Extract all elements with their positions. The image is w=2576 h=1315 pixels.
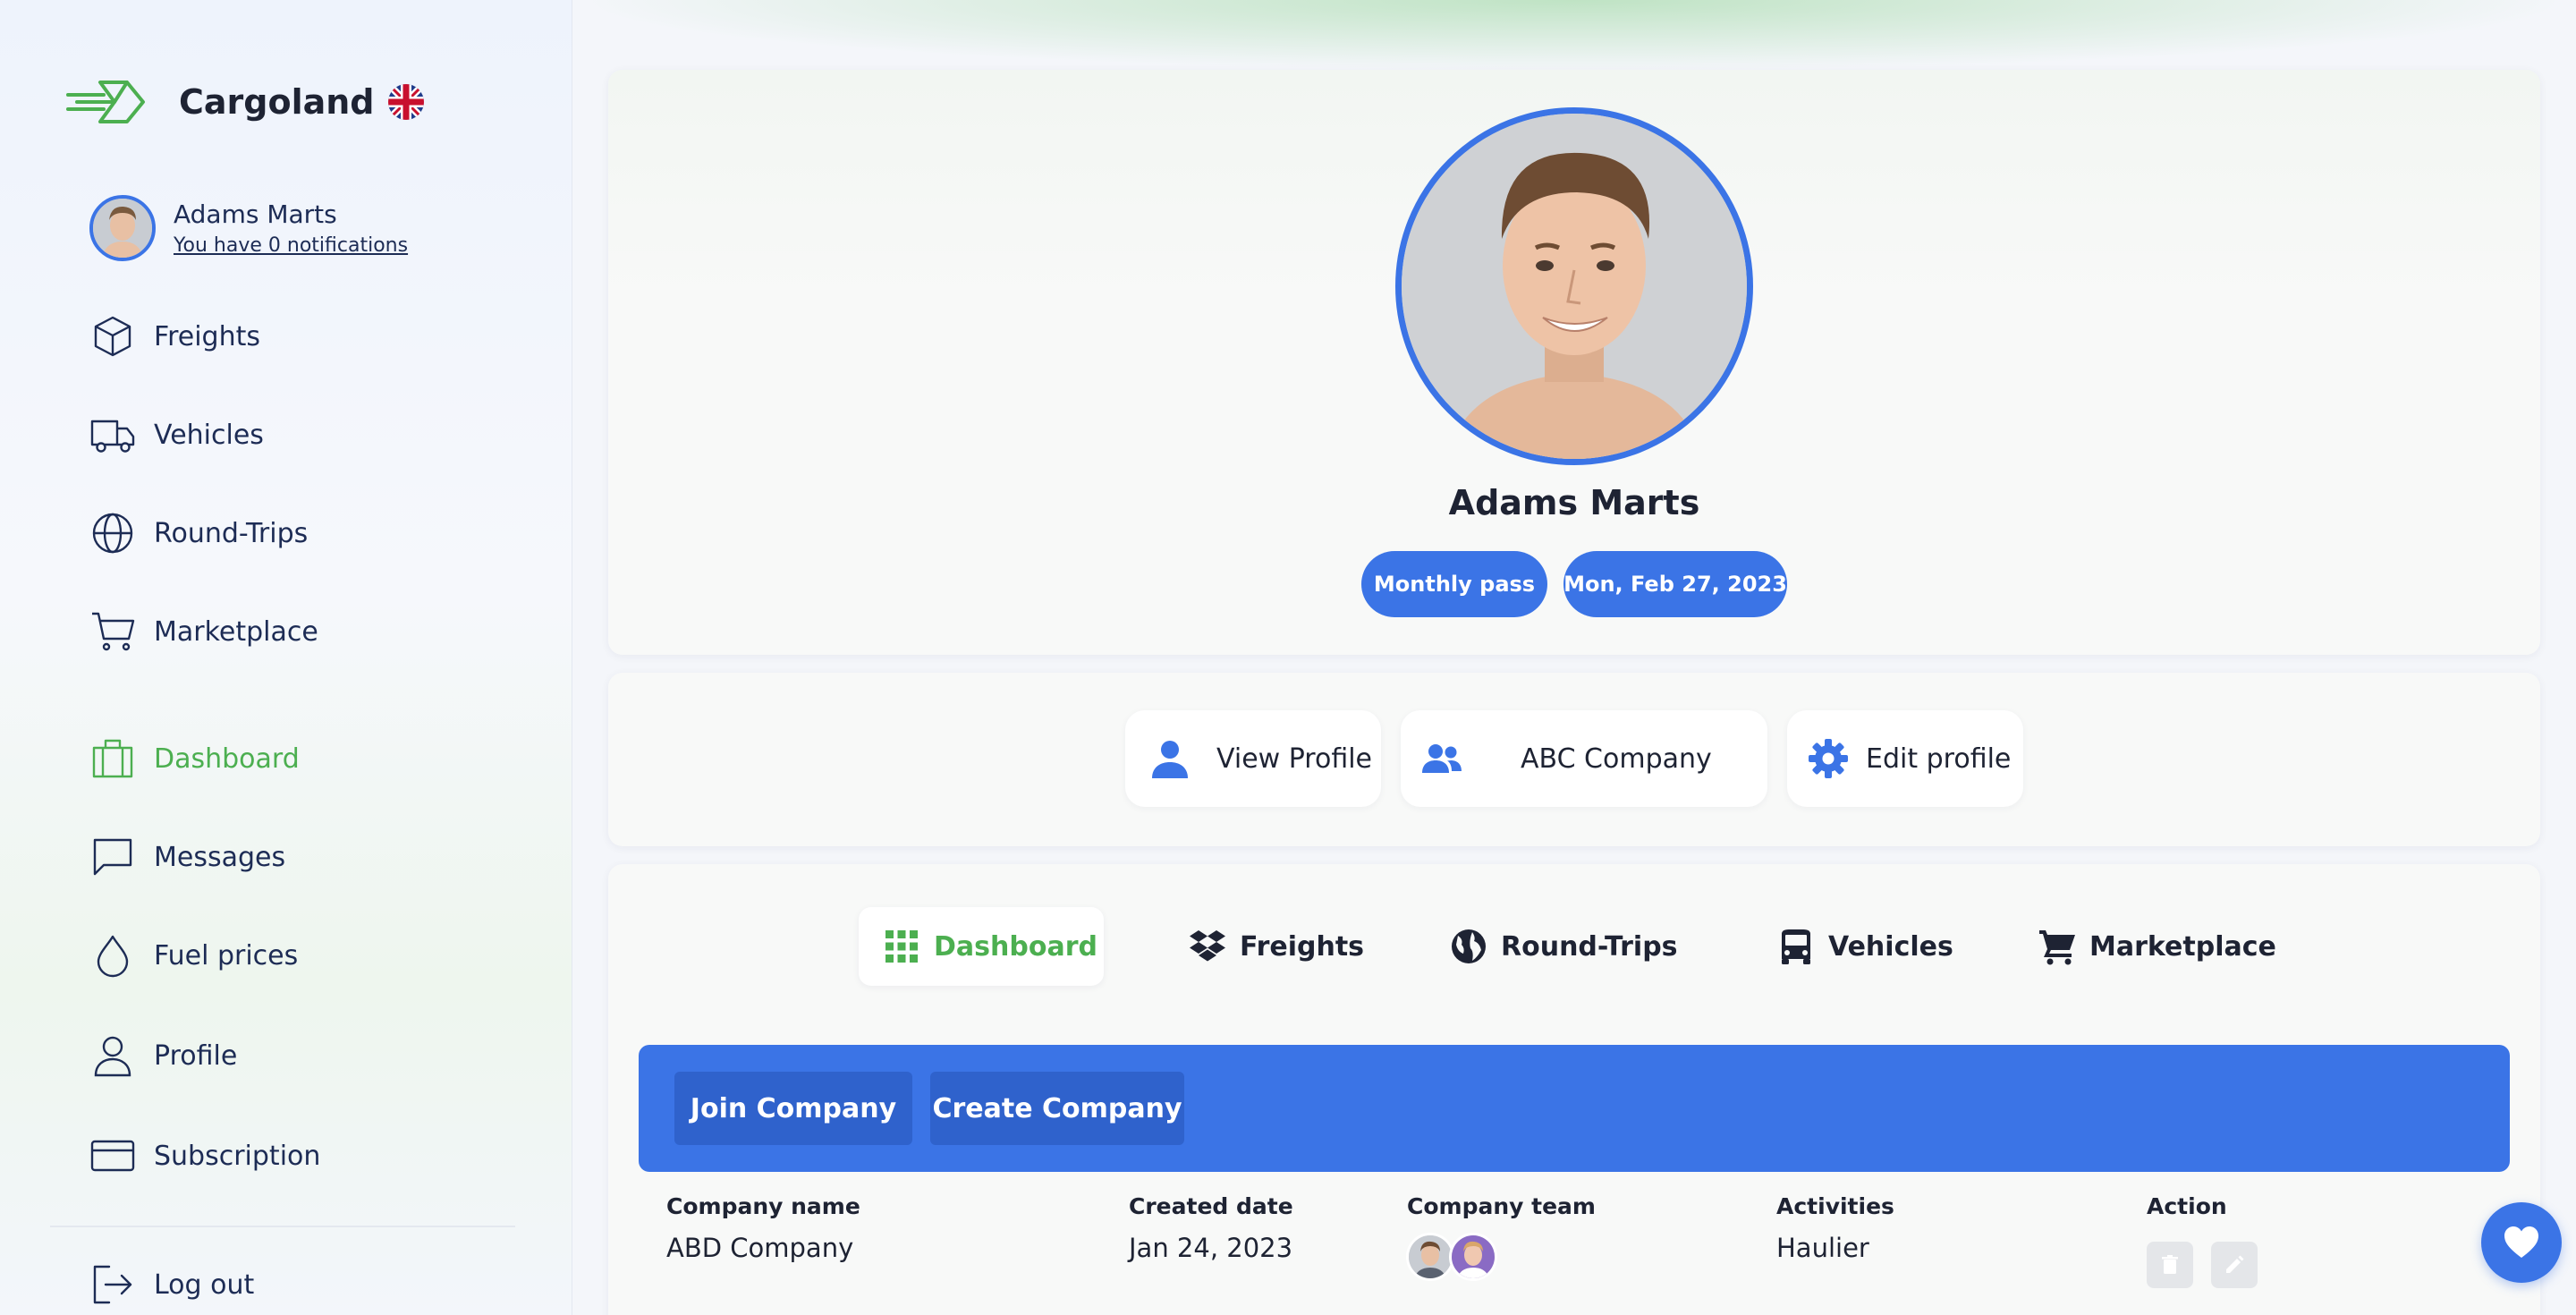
user-name: Adams Marts (174, 199, 337, 229)
briefcase-icon (92, 739, 133, 778)
sidebar-divider (50, 1226, 515, 1227)
activities-cell: Haulier (1776, 1233, 1869, 1263)
tab-freights[interactable]: Freights (1188, 907, 1364, 986)
profile-name: Adams Marts (1448, 483, 1700, 522)
user-summary[interactable]: Adams Marts You have 0 notifications (89, 195, 408, 261)
truck-icon (90, 420, 135, 453)
sidebar-item-profile[interactable]: Profile (89, 1029, 237, 1082)
cart-icon (92, 612, 135, 651)
company-button[interactable]: ABC Company (1401, 710, 1767, 807)
create-company-button[interactable]: Create Company (930, 1072, 1184, 1145)
edit-button[interactable] (2211, 1242, 2258, 1288)
tab-vehicles[interactable]: Vehicles (1776, 907, 1953, 986)
brand-name: Cargoland (179, 82, 375, 122)
pass-badge: Monthly pass (1361, 551, 1547, 617)
brand[interactable]: Cargoland (64, 75, 375, 129)
sidebar-item-label: Freights (154, 320, 260, 352)
company-name-cell: ABD Company (666, 1233, 854, 1263)
dashboard-card: Dashboard Freights Round-Trips Vehicles (608, 864, 2540, 1315)
profile-photo (1395, 107, 1753, 465)
team-member-avatar[interactable] (1449, 1233, 1497, 1281)
company-toolbar: Join Company Create Company (639, 1045, 2510, 1172)
sidebar-item-marketplace[interactable]: Marketplace (89, 605, 318, 658)
box-icon (94, 316, 131, 357)
delete-button[interactable] (2147, 1242, 2193, 1288)
dropbox-icon (1190, 930, 1225, 962)
credit-card-icon (90, 1140, 135, 1172)
group-icon (1422, 744, 1462, 773)
globe-icon (1452, 929, 1486, 963)
sidebar-item-log-out[interactable]: Log out (89, 1258, 254, 1311)
sidebar-item-freights[interactable]: Freights (89, 310, 260, 363)
column-header-company-name: Company name (666, 1193, 860, 1219)
sidebar-item-vehicles[interactable]: Vehicles (89, 408, 264, 462)
heart-icon (2504, 1226, 2538, 1258)
favorites-button[interactable] (2481, 1202, 2562, 1283)
tab-label: Vehicles (1828, 930, 1953, 963)
tab-label: Freights (1240, 930, 1365, 963)
avatar[interactable] (89, 195, 156, 261)
sidebar-item-label: Profile (154, 1039, 238, 1072)
sidebar-item-label: Dashboard (154, 742, 300, 775)
edit-profile-button[interactable]: Edit profile (1787, 710, 2023, 807)
created-date-cell: Jan 24, 2023 (1129, 1233, 1293, 1263)
sidebar-item-label: Subscription (154, 1140, 321, 1172)
profile-actions: View Profile ABC Company Edit profile (608, 673, 2540, 846)
column-header-created-date: Created date (1129, 1193, 1293, 1219)
drop-icon (97, 935, 129, 978)
cargoland-logo-icon (66, 81, 145, 123)
sidebar-item-label: Fuel prices (154, 939, 299, 971)
sidebar-item-subscription[interactable]: Subscription (89, 1129, 320, 1183)
sidebar-item-label: Messages (154, 841, 286, 873)
tab-round-trips[interactable]: Round-Trips (1449, 907, 1678, 986)
profile-card: Adams Marts Monthly pass Mon, Feb 27, 20… (608, 70, 2540, 655)
cart-icon (2039, 930, 2075, 965)
tab-label: Dashboard (934, 930, 1097, 963)
sidebar-item-dashboard[interactable]: Dashboard (89, 732, 300, 785)
sidebar-item-fuel-prices[interactable]: Fuel prices (89, 929, 298, 982)
tab-label: Marketplace (2089, 930, 2276, 963)
view-profile-label: View Profile (1216, 742, 1373, 775)
view-profile-button[interactable]: View Profile (1125, 710, 1381, 807)
company-label: ABC Company (1521, 742, 1712, 775)
bus-icon (1782, 929, 1810, 964)
uk-flag-icon[interactable] (388, 84, 424, 120)
pencil-icon (2226, 1255, 2244, 1273)
sidebar-item-label: Vehicles (154, 419, 264, 451)
tab-dashboard[interactable]: Dashboard (859, 907, 1104, 986)
trash-icon (2162, 1255, 2178, 1274)
grid-icon (886, 930, 918, 963)
globe-icon (92, 513, 133, 554)
tab-label: Round-Trips (1501, 930, 1678, 963)
column-header-action: Action (2147, 1193, 2227, 1219)
company-team-avatars (1406, 1233, 1497, 1281)
top-glow (572, 0, 2576, 72)
edit-profile-label: Edit profile (1866, 742, 2012, 775)
sidebar-item-label: Round-Trips (154, 517, 309, 549)
logout-icon (93, 1265, 132, 1304)
team-member-avatar[interactable] (1406, 1233, 1454, 1281)
notifications-link[interactable]: You have 0 notifications (174, 234, 408, 257)
person-icon (1152, 741, 1188, 778)
message-icon (93, 838, 132, 876)
user-icon (94, 1036, 131, 1077)
sidebar-item-label: Marketplace (154, 615, 318, 648)
column-header-activities: Activities (1776, 1193, 1894, 1219)
sidebar-item-messages[interactable]: Messages (89, 830, 285, 884)
tab-marketplace[interactable]: Marketplace (2038, 907, 2276, 986)
column-header-company-team: Company team (1407, 1193, 1596, 1219)
sidebar: Cargoland Adams Marts You have 0 notific… (0, 0, 572, 1315)
join-company-button[interactable]: Join Company (674, 1072, 912, 1145)
sidebar-item-label: Log out (154, 1268, 255, 1301)
sidebar-item-round-trips[interactable]: Round-Trips (89, 506, 308, 560)
gear-icon (1809, 739, 1848, 778)
date-badge: Mon, Feb 27, 2023 (1563, 551, 1787, 617)
